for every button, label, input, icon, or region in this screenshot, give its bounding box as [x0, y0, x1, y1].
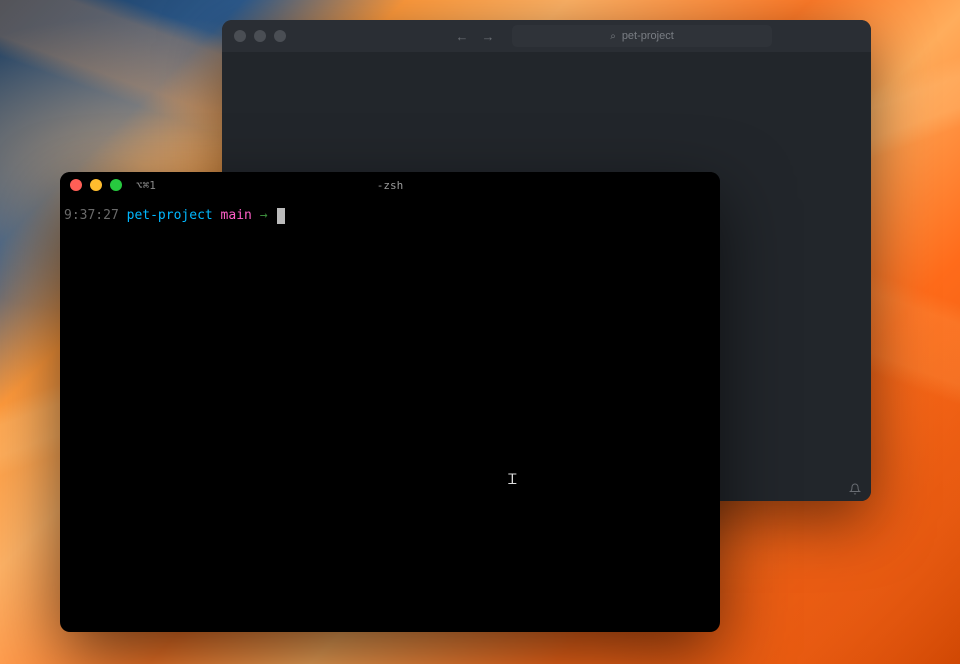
search-icon: ⌕	[610, 31, 616, 42]
editor-traffic-lights	[234, 30, 286, 42]
prompt-directory: pet-project	[127, 206, 213, 226]
nav-back-icon[interactable]: ←	[454, 29, 470, 44]
terminal-body[interactable]: 9:37:27 pet-project main → Ꮖ	[60, 198, 720, 632]
prompt-arrow-icon: →	[260, 206, 268, 226]
terminal-prompt-line: 9:37:27 pet-project main →	[64, 206, 716, 226]
terminal-title: -zsh	[377, 179, 404, 192]
prompt-branch: main	[221, 206, 252, 226]
terminal-titlebar: ⌥⌘1 -zsh	[60, 172, 720, 198]
nav-arrows: ← →	[454, 29, 496, 44]
close-button[interactable]	[234, 30, 246, 42]
terminal-window[interactable]: ⌥⌘1 -zsh 9:37:27 pet-project main → Ꮖ	[60, 172, 720, 632]
maximize-button[interactable]	[110, 179, 122, 191]
search-placeholder: pet-project	[622, 30, 674, 42]
minimize-button[interactable]	[90, 179, 102, 191]
prompt-time: 9:37:27	[64, 206, 119, 226]
bell-icon[interactable]	[849, 483, 861, 498]
nav-forward-icon[interactable]: →	[480, 29, 496, 44]
minimize-button[interactable]	[254, 30, 266, 42]
editor-titlebar: ← → ⌕ pet-project	[222, 20, 871, 52]
text-cursor-icon: Ꮖ	[508, 470, 517, 491]
terminal-cursor	[277, 208, 285, 224]
close-button[interactable]	[70, 179, 82, 191]
maximize-button[interactable]	[274, 30, 286, 42]
terminal-traffic-lights	[70, 179, 122, 191]
search-input[interactable]: ⌕ pet-project	[512, 25, 772, 47]
terminal-tab-label[interactable]: ⌥⌘1	[136, 179, 156, 192]
